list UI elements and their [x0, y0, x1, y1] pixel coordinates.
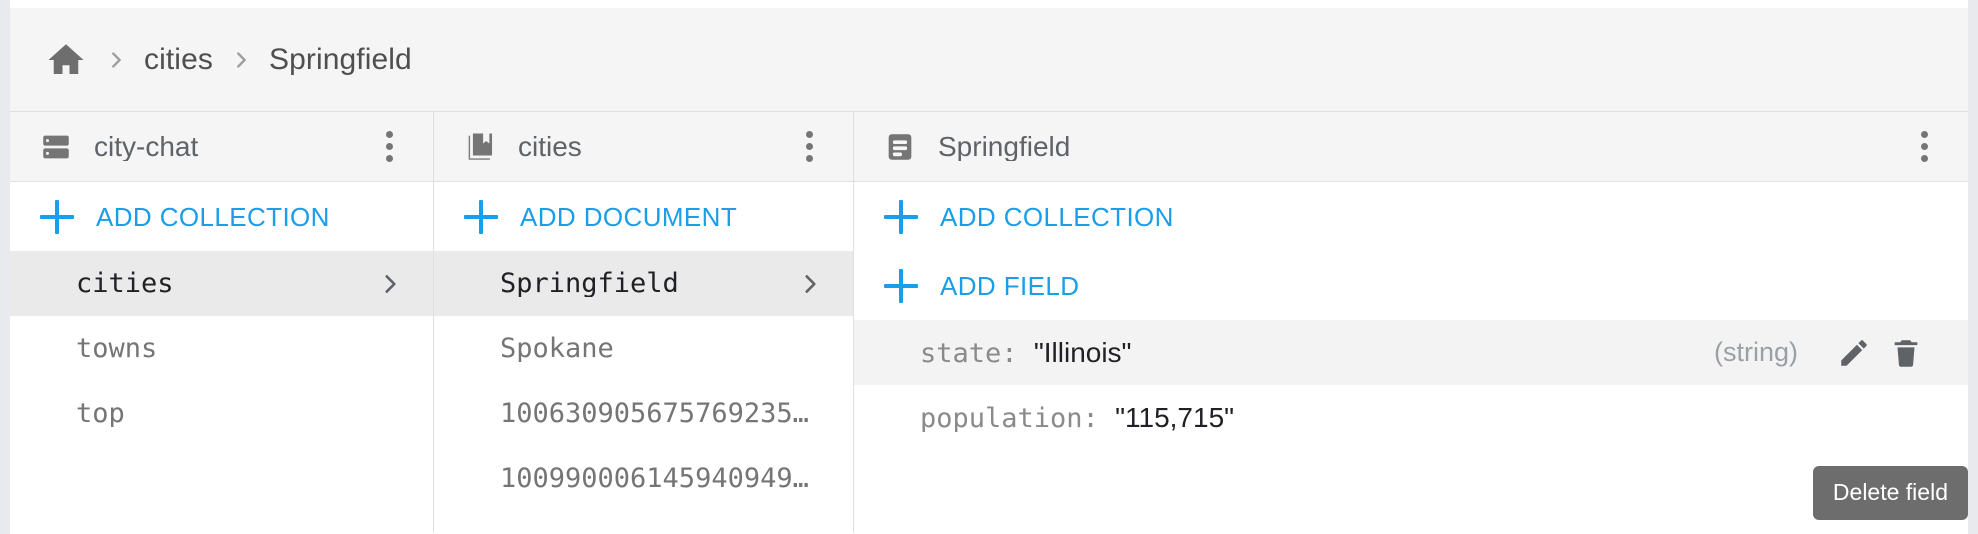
- tooltip-text: Delete field: [1832, 479, 1948, 505]
- database-panel-title: city-chat: [94, 132, 199, 161]
- document-id: 100990006145940949737: [500, 465, 825, 492]
- storage-icon: [38, 129, 74, 165]
- trash-icon[interactable]: [1884, 331, 1928, 375]
- plus-icon: [464, 199, 498, 234]
- more-vert-icon[interactable]: [787, 125, 831, 169]
- delete-field-tooltip: Delete field: [1812, 466, 1968, 520]
- collection-panel: cities ADD DOCUMENT Springfield Spokane …: [434, 112, 854, 533]
- field-value: "115,715": [1115, 403, 1235, 432]
- field-key-value: state: "Illinois": [920, 339, 1714, 367]
- collection-list-item-towns[interactable]: towns: [10, 316, 433, 381]
- collection-panel-title: cities: [518, 132, 582, 161]
- more-vert-icon[interactable]: [367, 125, 411, 169]
- document-list-item-spokane[interactable]: Spokane: [434, 316, 853, 381]
- panel-columns: city-chat ADD COLLECTION cities towns to…: [10, 112, 1968, 533]
- add-subcollection-button[interactable]: ADD COLLECTION: [854, 182, 1968, 251]
- chevron-right-icon: [795, 269, 825, 299]
- document-list-item[interactable]: 100990006145940949737: [434, 446, 853, 511]
- document-panel-header: Springfield: [854, 112, 1968, 182]
- add-document-label: ADD DOCUMENT: [520, 201, 738, 232]
- add-subcollection-label: ADD COLLECTION: [940, 201, 1174, 232]
- document-id: Springfield: [500, 270, 679, 297]
- field-key: state:: [920, 338, 1018, 367]
- document-id: Spokane: [500, 335, 614, 362]
- field-row-state[interactable]: state: "Illinois" (string): [854, 320, 1968, 385]
- add-field-label: ADD FIELD: [940, 270, 1080, 301]
- plus-icon: [884, 199, 918, 234]
- home-icon[interactable]: [44, 38, 88, 82]
- document-id: 100630905675769235779: [500, 400, 825, 427]
- database-panel-header: city-chat: [10, 112, 433, 182]
- page-right-gutter: [1968, 0, 1978, 534]
- collection-bookmark-icon: [462, 129, 498, 165]
- collection-name: towns: [76, 335, 158, 362]
- collection-list-item-top[interactable]: top: [10, 381, 433, 446]
- collection-list-item-cities[interactable]: cities: [10, 251, 433, 316]
- collection-name: cities: [76, 270, 174, 297]
- add-collection-button[interactable]: ADD COLLECTION: [10, 182, 433, 251]
- database-panel: city-chat ADD COLLECTION cities towns to…: [10, 112, 434, 533]
- field-key: population:: [920, 403, 1099, 432]
- field-row-partial[interactable]: [854, 450, 1968, 515]
- document-panel: Springfield ADD COLLECTION ADD FIELD sta…: [854, 112, 1968, 533]
- breadcrumb-item-cities[interactable]: cities: [144, 44, 213, 75]
- chevron-right-icon: [105, 49, 127, 71]
- more-vert-icon[interactable]: [1902, 125, 1946, 169]
- document-panel-title: Springfield: [938, 132, 1071, 161]
- plus-icon: [40, 199, 74, 234]
- add-document-button[interactable]: ADD DOCUMENT: [434, 182, 853, 251]
- document-list-item-springfield[interactable]: Springfield: [434, 251, 853, 316]
- chevron-right-icon: [375, 269, 405, 299]
- add-collection-label: ADD COLLECTION: [96, 201, 330, 232]
- add-field-button[interactable]: ADD FIELD: [854, 251, 1968, 320]
- chevron-right-icon: [230, 49, 252, 71]
- field-type-label: (string): [1713, 337, 1798, 367]
- collection-name: top: [76, 400, 125, 427]
- collection-panel-header: cities: [434, 112, 853, 182]
- breadcrumb: cities Springfield: [10, 8, 1968, 112]
- field-value: "Illinois": [1033, 338, 1132, 367]
- page-left-gutter: [0, 0, 10, 534]
- document-list-item[interactable]: 100630905675769235779: [434, 381, 853, 446]
- firestore-data-browser: cities Springfield city-chat ADD COLLECT…: [0, 0, 1978, 534]
- breadcrumb-item-springfield[interactable]: Springfield: [269, 44, 412, 75]
- field-key-value: population: "115,715": [920, 404, 1928, 432]
- content-sheet: cities Springfield city-chat ADD COLLECT…: [10, 8, 1968, 534]
- field-row-population[interactable]: population: "115,715": [854, 385, 1968, 450]
- pencil-icon[interactable]: [1832, 331, 1876, 375]
- plus-icon: [884, 268, 918, 303]
- document-icon: [882, 129, 918, 165]
